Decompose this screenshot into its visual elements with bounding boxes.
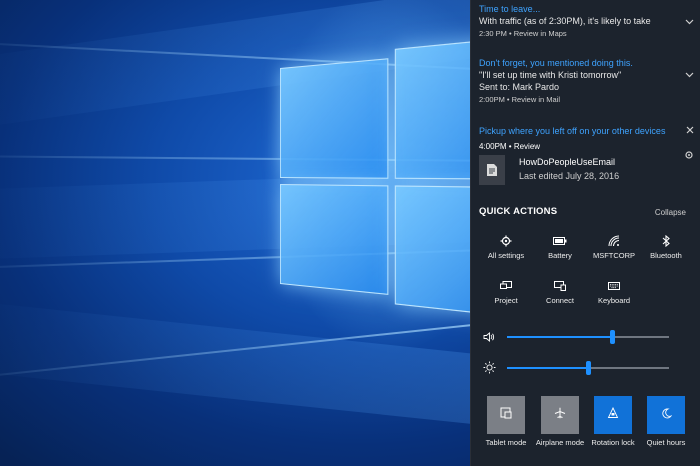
airplane-icon — [554, 406, 566, 424]
logo-pane — [394, 34, 470, 180]
rotation-lock-icon — [607, 406, 619, 424]
notification-recipient: Sent to: Mark Pardo — [479, 82, 560, 92]
notification-meta: 4:00PM • Review — [479, 142, 541, 151]
volume-slider-row — [483, 329, 689, 345]
brightness-slider-row — [483, 360, 689, 376]
quick-action-network[interactable]: MSFTCORP — [587, 234, 641, 270]
tile-label: Quiet hours — [646, 438, 686, 447]
quick-action-bluetooth[interactable]: Bluetooth — [639, 234, 693, 270]
keyboard-icon — [587, 279, 641, 293]
battery-icon — [533, 234, 587, 248]
connect-icon — [533, 279, 587, 293]
quick-action-label: MSFTCORP — [592, 251, 636, 260]
quiet-hours-tile[interactable] — [647, 396, 685, 434]
volume-slider-track[interactable] — [507, 330, 669, 344]
tablet-icon — [500, 406, 512, 424]
action-center-panel: Time to leave... With traffic (as of 2:3… — [470, 0, 700, 466]
quick-action-project[interactable]: Project — [479, 279, 533, 315]
moon-icon — [661, 406, 672, 424]
quick-action-battery[interactable]: Battery — [533, 234, 587, 270]
quick-action-label: Keyboard — [597, 296, 631, 305]
document-name: HowDoPeopleUseEmail — [519, 157, 616, 167]
notification-body: With traffic (as of 2:30PM), it's likely… — [479, 16, 651, 26]
notification-title: Time to leave... — [479, 4, 541, 14]
notification-body: "I'll set up time with Kristi tomorrow" — [479, 70, 622, 80]
tile-label: Airplane mode — [535, 438, 585, 447]
speaker-icon[interactable] — [483, 330, 497, 344]
document-icon — [479, 155, 505, 185]
quick-action-keyboard[interactable]: Keyboard — [587, 279, 641, 315]
quick-action-label: Connect — [546, 296, 574, 305]
tablet-mode-tile[interactable] — [487, 396, 525, 434]
notification-meta: 2:30 PM • Review in Maps — [479, 29, 567, 38]
logo-pane — [394, 185, 470, 320]
gear-icon[interactable] — [684, 150, 694, 162]
close-icon[interactable] — [686, 126, 694, 136]
quick-action-label: Bluetooth — [650, 251, 682, 260]
quick-actions-header: QUICK ACTIONS — [479, 206, 558, 217]
rotation-lock-tile[interactable] — [594, 396, 632, 434]
notification-continue[interactable]: Pickup where you left off on your other … — [479, 126, 693, 151]
notification-title: Pickup where you left off on your other … — [479, 126, 666, 136]
notification-maps[interactable]: Time to leave... With traffic (as of 2:3… — [479, 4, 693, 38]
tile-label: Rotation lock — [591, 438, 635, 447]
brightness-slider-thumb[interactable] — [586, 361, 591, 375]
volume-slider-thumb[interactable] — [610, 330, 616, 344]
logo-pane — [280, 184, 389, 295]
brightness-slider-track[interactable] — [507, 361, 669, 375]
tile-label: Tablet mode — [485, 438, 527, 447]
quick-action-label: Battery — [548, 251, 572, 260]
desktop-wallpaper — [0, 0, 470, 466]
brightness-slider-fill — [507, 367, 588, 369]
notification-mail[interactable]: Don't forget, you mentioned doing this. … — [479, 58, 693, 104]
quick-action-connect[interactable]: Connect — [533, 279, 587, 315]
windows-logo — [280, 13, 470, 327]
airplane-mode-tile[interactable] — [541, 396, 579, 434]
notification-title: Don't forget, you mentioned doing this. — [479, 58, 633, 68]
quick-action-label: All settings — [487, 251, 525, 260]
chevron-down-icon[interactable] — [685, 18, 694, 27]
logo-pane — [280, 58, 389, 179]
notification-meta: 2:00PM • Review in Mail — [479, 95, 560, 104]
volume-slider-fill — [507, 336, 613, 338]
bluetooth-icon — [639, 234, 693, 248]
wifi-icon — [587, 234, 641, 248]
document-last-edited: Last edited July 28, 2016 — [519, 171, 620, 181]
gear-icon — [479, 234, 533, 248]
quick-action-label: Project — [494, 296, 518, 305]
collapse-button[interactable]: Collapse — [655, 208, 686, 217]
brightness-icon — [483, 361, 497, 375]
document-card[interactable]: HowDoPeopleUseEmail Last edited July 28,… — [479, 155, 679, 187]
project-icon — [479, 279, 533, 293]
chevron-down-icon[interactable] — [685, 71, 694, 80]
quick-action-all-settings[interactable]: All settings — [479, 234, 533, 270]
